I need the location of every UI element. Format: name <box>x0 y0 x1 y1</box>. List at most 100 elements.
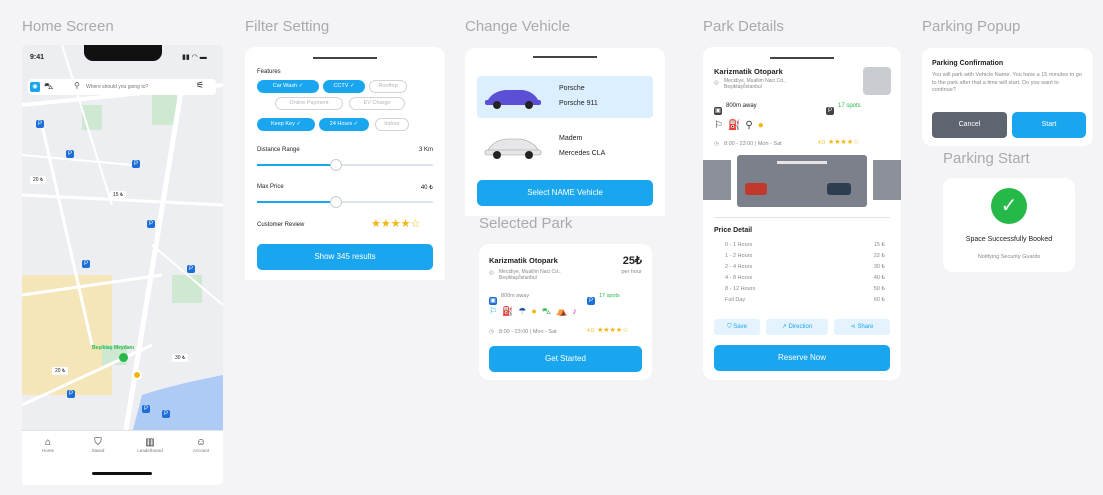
gallery-image-main[interactable] <box>737 155 867 207</box>
sheet-handle[interactable] <box>533 56 597 58</box>
home-icon: ⌂ <box>44 437 52 448</box>
label-park-details: Park Details <box>703 18 784 35</box>
filter-sheet: Features Car Wash ✓ CCTV ✓ Rooftop Onlin… <box>245 47 445 280</box>
chip-ev-charge[interactable]: EV Charge <box>349 97 405 110</box>
park-price: 25₺ <box>622 255 642 267</box>
distance-value: 3 Km <box>418 147 433 153</box>
home-indicator <box>92 472 152 475</box>
account-icon: ☺ <box>195 437 207 448</box>
distance-slider-knob[interactable] <box>330 159 343 171</box>
nav-account[interactable]: ☺ Account <box>187 437 215 453</box>
selected-park-card[interactable]: Karizmatik Otopark 25₺ per hour ◎ Mecidi… <box>479 244 652 380</box>
gallery-image-prev[interactable] <box>703 160 731 200</box>
clock-icon: ◷ <box>714 141 719 147</box>
vehicle-option-mercedes[interactable]: Madem Mercedes CLA <box>477 126 653 168</box>
price-row: 4 - 8 Hours 40 ₺ <box>725 274 885 281</box>
price-table: 0 - 1 Hours 15 ₺ 1 - 2 Hours 22 ₺ 2 - 4 Ho… <box>725 239 885 305</box>
park-rating: 4.0 <box>587 328 594 334</box>
price-row: 2 - 4 Hours 30 ₺ <box>725 263 885 270</box>
chip-indoor[interactable]: Indoor <box>375 118 409 131</box>
price-slider-knob[interactable] <box>330 196 343 208</box>
vehicle-model: Mercedes CLA <box>559 150 606 157</box>
clock-icon: ◷ <box>489 329 494 335</box>
vehicle-brand: Madem <box>559 135 583 142</box>
vehicle-option-porsche[interactable]: Porsche Porsche 911 <box>477 76 653 118</box>
label-filter-setting: Filter Setting <box>245 18 330 35</box>
price-row: 8 - 12 Hours 50 ₺ <box>725 285 885 292</box>
parking-marker[interactable]: P <box>187 260 195 278</box>
parking-marker[interactable]: P <box>162 405 170 423</box>
park-price-unit: per hour <box>621 269 643 275</box>
price-slider-fill <box>257 201 337 203</box>
save-button[interactable]: ⛉ Save <box>714 319 760 335</box>
parking-marker[interactable]: P <box>142 400 150 418</box>
poi-label: Beşiktaş Meydanı <box>92 345 134 351</box>
chip-online-payment[interactable]: Online Payment <box>275 97 343 110</box>
parking-marker[interactable]: P <box>147 215 155 233</box>
distance-slider-fill <box>257 164 337 166</box>
parking-marker[interactable]: P <box>66 145 74 163</box>
nav-saved[interactable]: ⛉ Saved <box>84 437 112 453</box>
map-pin-icon: ◎ <box>489 270 494 276</box>
start-button[interactable]: Start <box>1012 112 1086 138</box>
nav-home[interactable]: ⌂ Home <box>34 437 62 453</box>
map-pin-icon: ◎ <box>714 80 719 86</box>
map-price-badge[interactable]: 20 ₺ <box>52 367 69 375</box>
price-label: Max Price <box>257 184 284 190</box>
cancel-button[interactable]: Cancel <box>932 112 1007 138</box>
sheet-handle[interactable] <box>770 57 834 59</box>
label-parking-start: Parking Start <box>943 150 1030 167</box>
review-label: Customer Review <box>257 222 305 228</box>
gallery-image-next[interactable] <box>873 160 901 200</box>
parking-marker[interactable]: P <box>36 115 44 133</box>
popup-title: Parking Confirmation <box>932 60 1004 67</box>
price-row: Full Day 60 ₺ <box>725 296 885 303</box>
parking-marker[interactable]: P <box>82 255 90 273</box>
vehicle-model: Porsche 911 <box>559 100 598 107</box>
direction-icon: ↗ <box>781 324 789 330</box>
share-button[interactable]: ⋖ Share <box>834 319 890 335</box>
user-location <box>132 370 142 380</box>
distance-slider[interactable] <box>257 159 433 171</box>
filter-icon[interactable]: ⚟ <box>196 80 204 91</box>
map-price-badge[interactable]: 20 ₺ <box>30 176 47 184</box>
parking-start-card: ✓ Space Successfully Booked Notifying Se… <box>943 178 1075 272</box>
select-vehicle-button[interactable]: Select NAME Vehicle <box>477 180 653 206</box>
car-icon[interactable]: ⛍ <box>44 81 53 93</box>
chip-rooftop[interactable]: Rooftop <box>369 80 407 93</box>
check-icon: ✓ <box>991 188 1027 224</box>
map-price-badge[interactable]: 15 ₺ <box>110 191 127 199</box>
direction-button[interactable]: ↗ Direction <box>766 319 828 335</box>
price-slider[interactable] <box>257 196 433 208</box>
park-address-line2: Beşiktaş/İstanbul <box>499 275 537 281</box>
park-stars: ★★★★☆ <box>828 139 860 146</box>
sheet-handle[interactable] <box>313 57 377 59</box>
location-icon[interactable]: ◉ <box>30 82 40 92</box>
get-started-button[interactable]: Get Started <box>489 346 642 372</box>
spots-icon: P <box>587 296 595 305</box>
poi-marker[interactable] <box>119 353 128 362</box>
features-label: Features <box>257 69 281 75</box>
reserve-now-button[interactable]: Reserve Now <box>714 345 890 371</box>
parking-marker[interactable]: P <box>132 155 140 173</box>
review-stars[interactable]: ★★★★☆ <box>371 217 420 230</box>
vehicle-brand: Porsche <box>559 85 585 92</box>
park-name: Karizmatik Otopark <box>714 67 783 76</box>
chip-24-hours[interactable]: 24 Hours ✓ <box>319 118 369 131</box>
parking-marker[interactable]: P <box>67 385 75 403</box>
price-value: 40 ₺ <box>420 185 433 191</box>
divider <box>714 217 890 218</box>
chip-cctv[interactable]: CCTV ✓ <box>323 80 365 93</box>
chip-keep-key[interactable]: Keep Key ✓ <box>257 118 315 131</box>
park-spots: 17 spots <box>599 293 620 299</box>
map-price-badge[interactable]: 30 ₺ <box>172 354 189 362</box>
nav-leaderboard[interactable]: ▥ Leaderboard <box>132 437 168 453</box>
show-results-button[interactable]: Show 345 results <box>257 244 433 270</box>
park-thumbnail[interactable] <box>863 67 891 95</box>
notch <box>84 45 162 61</box>
search-input[interactable] <box>86 81 170 93</box>
leaderboard-icon: ▥ <box>145 437 155 448</box>
chip-car-wash[interactable]: Car Wash ✓ <box>257 80 319 93</box>
park-stars: ★★★★☆ <box>597 327 629 334</box>
booking-success-subtitle: Notifying Security Guards <box>977 254 1041 260</box>
